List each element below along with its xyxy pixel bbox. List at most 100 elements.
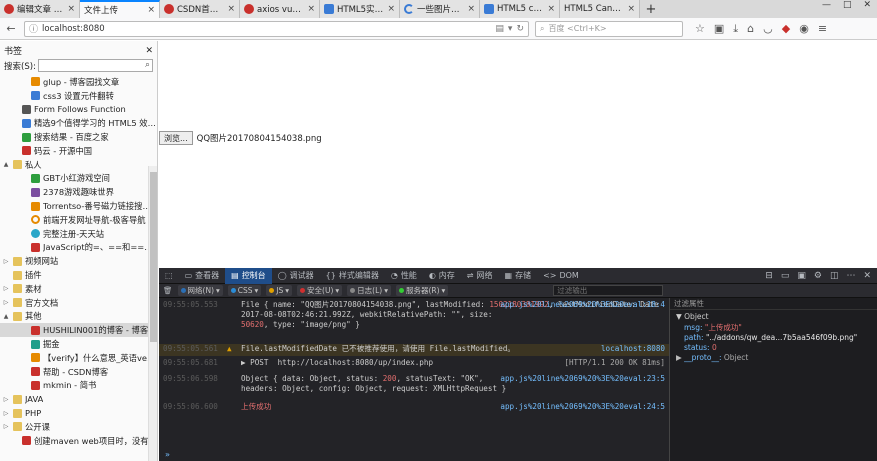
filter-button-0[interactable]: 网络(N) ▾ xyxy=(177,285,223,296)
bookmark-item[interactable]: GBT小红游戏空间 xyxy=(0,172,157,186)
tab-0[interactable]: 编辑文章 - CSD× xyxy=(0,0,80,18)
tab-2[interactable]: CSDN首页-全球× xyxy=(160,0,240,18)
console-filter-input[interactable]: 过滤输出 xyxy=(553,285,664,296)
bookmark-folder[interactable]: ▷ 视频网站 xyxy=(0,254,157,268)
console-input-prompt[interactable]: » xyxy=(165,450,170,459)
devtools-tab-3[interactable]: {} 样式编辑器 xyxy=(320,268,385,284)
close-tab-icon[interactable]: × xyxy=(227,4,235,14)
bookmark-folder[interactable]: ▲ 私人 xyxy=(0,158,157,172)
bookmark-item[interactable]: 【verify】什么意思_英语verify... xyxy=(0,351,157,365)
close-tab-icon[interactable]: × xyxy=(547,4,555,14)
info-icon[interactable]: ⓘ xyxy=(29,22,38,35)
bookmark-item[interactable]: 掘金 xyxy=(0,337,157,351)
close-tab-icon[interactable]: × xyxy=(387,4,395,14)
sidebar-search-input[interactable]: ⌕ xyxy=(37,59,153,72)
split-icon[interactable]: ⊟ xyxy=(765,271,773,281)
devtools-tab-4[interactable]: ◔ 性能 xyxy=(385,268,423,284)
close-window-button[interactable]: ✕ xyxy=(863,0,871,14)
log-source-link[interactable]: app.js%20line%2069%20%3E%20eval:18:4 xyxy=(500,300,665,310)
home-icon[interactable]: ⌂ xyxy=(747,22,754,36)
log-source-link[interactable]: localhost:8080 xyxy=(601,344,665,354)
log-text[interactable]: ▶ POST http://localhost:8080/up/index.ph… xyxy=(241,358,433,368)
bookmark-item[interactable]: mkmin - 简书 xyxy=(0,379,157,393)
url-bar[interactable]: ⓘ localhost:8080 ▤ ▾ ↻ xyxy=(24,20,529,37)
download-icon[interactable]: ⤓ xyxy=(733,22,738,36)
scrollbar-thumb[interactable] xyxy=(150,172,157,342)
filter-button-3[interactable]: 安全(U) ▾ xyxy=(297,285,343,296)
search-bar[interactable]: ⌕ 百度 <Ctrl+K> xyxy=(535,20,683,37)
vars-filter-input[interactable]: 过滤属性 xyxy=(670,298,877,310)
close-tab-icon[interactable]: × xyxy=(467,4,475,14)
devtools-tab-8[interactable]: <> DOM xyxy=(537,268,585,284)
file-input[interactable]: 浏览... QQ图片20170804154038.png xyxy=(159,131,322,145)
tab-6[interactable]: HTML5 canvas× xyxy=(480,0,560,18)
minimize-button[interactable]: — xyxy=(822,0,831,14)
close-tab-icon[interactable]: × xyxy=(307,4,315,14)
bookmark-item[interactable]: 帮助 - CSDN博客 xyxy=(0,365,157,379)
bookmark-item[interactable]: 完整注册-天天站 xyxy=(0,227,157,241)
browse-button[interactable]: 浏览... xyxy=(159,131,193,145)
filter-button-2[interactable]: JS ▾ xyxy=(266,285,293,296)
bookmark-item[interactable]: 搜索结果 - 百度之家 xyxy=(0,130,157,144)
twisty-icon[interactable]: ▷ xyxy=(2,258,10,265)
bookmark-item[interactable]: 码云 - 开源中国 xyxy=(0,144,157,158)
filter-button-4[interactable]: 日志(L) ▾ xyxy=(347,285,391,296)
tab-5[interactable]: 一些图片尺寸和× xyxy=(400,0,480,18)
bookmark-folder[interactable]: ▷ 素材 xyxy=(0,282,157,296)
extension-icon[interactable]: ◉ xyxy=(799,22,809,36)
filter-button-5[interactable]: 服务器(R) ▾ xyxy=(395,285,449,296)
bookmark-folder[interactable]: ▷ PHP xyxy=(0,406,157,420)
bookmark-item[interactable]: 前端开发网址导航-极客导航 xyxy=(0,213,157,227)
filter-button-1[interactable]: CSS ▾ xyxy=(227,285,262,296)
bookmark-item[interactable]: 创建maven web项目时，没有we... xyxy=(0,434,157,448)
bookmark-item[interactable]: Form Follows Function xyxy=(0,103,157,117)
twisty-icon[interactable]: ▷ xyxy=(2,285,10,292)
bookmark-item[interactable]: css3 设置元件翻转 xyxy=(0,89,157,103)
twisty-icon[interactable]: ▲ xyxy=(2,161,10,168)
bookmark-folder[interactable]: ▲ 其他 xyxy=(0,310,157,324)
bookmark-item[interactable]: HUSHILIN001的博客 - 博客频... xyxy=(0,323,157,338)
close-tab-icon[interactable]: × xyxy=(67,4,75,14)
bookmark-item[interactable]: 精选9个值得学习的 HTML5 效果... xyxy=(0,116,157,130)
more-icon[interactable]: ⋯ xyxy=(846,271,855,281)
bookmark-item[interactable]: JavaScript的=、==和=== - ... xyxy=(0,241,157,255)
responsive-icon[interactable]: ▭ xyxy=(781,271,790,281)
reader-icon[interactable]: ▤ xyxy=(495,24,504,34)
bookmark-folder[interactable]: ▷ JAVA xyxy=(0,392,157,406)
new-tab-button[interactable]: + xyxy=(640,0,662,18)
bookmark-item[interactable]: Torrentso-番号磁力链接搜索... xyxy=(0,199,157,213)
bookmark-star-icon[interactable]: ☆ xyxy=(695,22,705,36)
devtools-tab-5[interactable]: ◐ 内存 xyxy=(423,268,461,284)
bookmark-folder[interactable]: ▷ 公开课 xyxy=(0,420,157,434)
twisty-icon[interactable]: ▲ xyxy=(2,313,10,320)
close-tab-icon[interactable]: × xyxy=(147,5,155,15)
devtools-tab-1[interactable]: ▤ 控制台 xyxy=(225,267,272,284)
bookmark-folder[interactable]: ▷ 官方文档 xyxy=(0,296,157,310)
settings-icon[interactable]: ⚙ xyxy=(814,271,822,281)
bookmark-item[interactable]: glup - 博客园找文章 xyxy=(0,75,157,89)
vars-root[interactable]: ▼ Object xyxy=(670,310,877,323)
twisty-icon[interactable]: ▷ xyxy=(2,396,10,403)
log-source-link[interactable]: app.js%20line%2069%20%3E%20eval:24:5 xyxy=(500,402,665,412)
log-text[interactable]: Object { data: Object, status: 200, stat… xyxy=(241,374,483,384)
tab-3[interactable]: axios vue 跨域× xyxy=(240,0,320,18)
twisty-icon[interactable]: ▷ xyxy=(2,410,10,417)
sidebar-scrollbar[interactable] xyxy=(148,166,157,461)
pick-element-icon[interactable]: ⬚ xyxy=(159,268,179,284)
log-source-link[interactable]: app.js%20line%2069%20%3E%20eval:23:5 xyxy=(500,374,665,384)
screenshot-icon[interactable]: ▣ xyxy=(797,271,806,281)
devtools-tab-0[interactable]: ▭ 查看器 xyxy=(179,268,226,284)
back-button[interactable]: ← xyxy=(4,22,18,35)
dock-icon[interactable]: ◫ xyxy=(830,271,839,281)
devtools-tab-2[interactable]: ◯ 调试器 xyxy=(272,268,320,284)
tab-1[interactable]: 文件上传 × xyxy=(80,0,160,18)
reading-list-icon[interactable]: ▣ xyxy=(714,22,724,36)
tab-4[interactable]: HTML5实战—× xyxy=(320,0,400,18)
close-icon[interactable]: ✕ xyxy=(145,46,153,56)
adblock-icon[interactable]: ◆ xyxy=(782,22,790,36)
close-icon[interactable]: ✕ xyxy=(863,271,871,281)
reload-icon[interactable]: ↻ xyxy=(516,24,524,34)
bookmark-folder[interactable]: 插件 xyxy=(0,268,157,282)
twisty-icon[interactable]: ▷ xyxy=(2,423,10,430)
maximize-button[interactable]: □ xyxy=(843,0,852,14)
